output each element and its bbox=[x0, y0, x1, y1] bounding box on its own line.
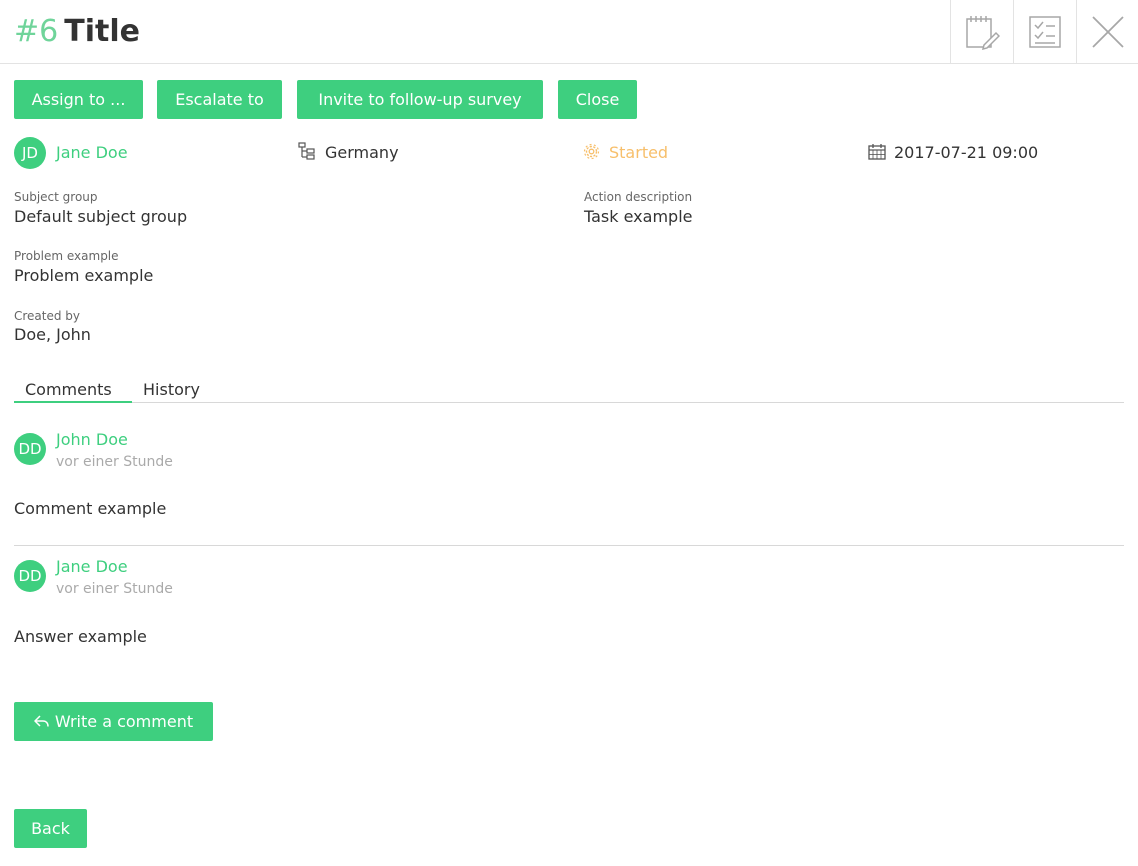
invite-survey-button[interactable]: Invite to follow-up survey bbox=[297, 80, 543, 119]
assign-to-button[interactable]: Assign to ... bbox=[14, 80, 143, 119]
subject-group-value: Default subject group bbox=[14, 207, 188, 226]
tabs-divider bbox=[14, 402, 1124, 403]
comment-author[interactable]: Jane Doe bbox=[56, 557, 128, 577]
subject-group-label: Subject group bbox=[14, 190, 98, 204]
edit-notes-button[interactable] bbox=[950, 0, 1013, 63]
action-description-label: Action description bbox=[584, 190, 693, 204]
gear-icon bbox=[583, 143, 600, 160]
escalate-to-button[interactable]: Escalate to bbox=[157, 80, 282, 119]
location-text: Germany bbox=[325, 143, 399, 162]
write-comment-label: Write a comment bbox=[54, 712, 194, 731]
back-button[interactable]: Back bbox=[14, 809, 87, 848]
comment-time: vor einer Stunde bbox=[56, 581, 173, 597]
close-ticket-button[interactable]: Close bbox=[558, 80, 637, 119]
header-bar: #6 Title bbox=[0, 0, 1138, 64]
datetime-text: 2017-07-21 09:00 bbox=[894, 143, 1039, 162]
hierarchy-icon bbox=[298, 142, 315, 160]
comment-time: vor einer Stunde bbox=[56, 454, 173, 470]
created-by-value: Doe, John bbox=[14, 325, 91, 344]
tab-history[interactable]: History bbox=[143, 380, 200, 400]
action-description-value: Task example bbox=[584, 207, 693, 226]
comment-author[interactable]: John Doe bbox=[56, 430, 128, 450]
status-text: Started bbox=[609, 143, 669, 162]
checklist-button[interactable] bbox=[1013, 0, 1076, 63]
created-by-label: Created by bbox=[14, 309, 81, 323]
problem-value: Problem example bbox=[14, 266, 154, 285]
ticket-title: Title bbox=[64, 14, 140, 49]
calendar-icon bbox=[868, 144, 886, 160]
problem-label: Problem example bbox=[14, 249, 119, 263]
close-icon bbox=[1091, 15, 1124, 48]
checklist-icon bbox=[1029, 15, 1061, 48]
write-comment-button[interactable]: Write a comment bbox=[14, 702, 213, 741]
reply-icon bbox=[34, 715, 49, 727]
page-title: #6 Title bbox=[14, 13, 140, 51]
close-panel-button[interactable] bbox=[1076, 0, 1138, 63]
assignee-avatar: JD bbox=[14, 137, 46, 169]
notepad-edit-icon bbox=[966, 15, 1000, 50]
comment-text: Comment example bbox=[14, 499, 167, 518]
active-tab-indicator bbox=[14, 401, 132, 403]
comment-text: Answer example bbox=[14, 627, 147, 646]
assignee-name[interactable]: Jane Doe bbox=[56, 142, 128, 164]
comment-avatar: DD bbox=[14, 433, 46, 465]
ticket-number: #6 bbox=[14, 14, 59, 49]
tab-comments[interactable]: Comments bbox=[25, 380, 112, 400]
comment-divider bbox=[14, 545, 1124, 546]
comment-avatar: DD bbox=[14, 560, 46, 592]
